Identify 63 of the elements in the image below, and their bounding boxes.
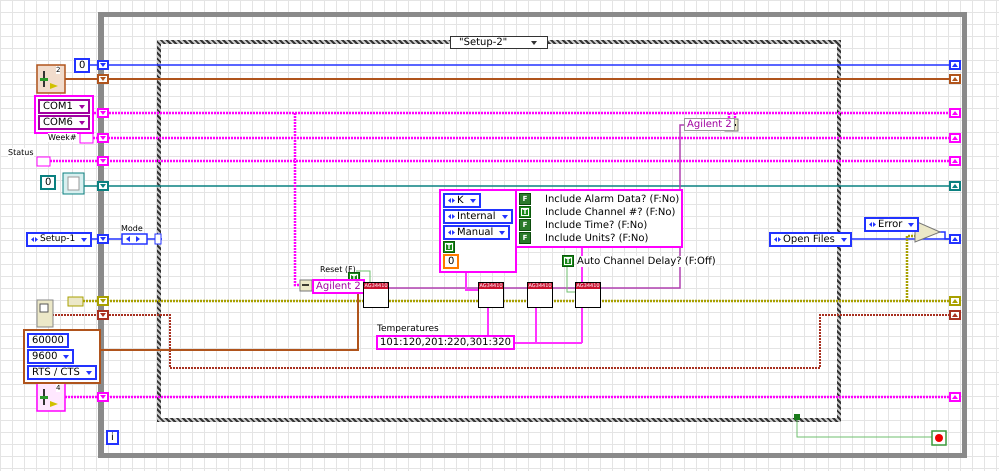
- case-selector[interactable]: "Setup-2": [450, 36, 548, 49]
- shift-register-icon: [949, 234, 961, 244]
- com-port-ring[interactable]: COM6: [38, 115, 90, 130]
- state-enum[interactable]: Open Files: [769, 232, 852, 247]
- slider-icon: [36, 64, 66, 94]
- shift-register-icon: [949, 133, 961, 143]
- state-enum[interactable]: Error: [864, 217, 920, 232]
- shift-register-icon: [949, 108, 961, 118]
- option-label: Include Channel #? (F:No): [545, 206, 676, 218]
- shift-register-icon: [949, 181, 961, 191]
- iteration-terminal: i: [106, 430, 119, 445]
- tunnel-icon: [154, 234, 162, 244]
- increment-arrows-icon: [448, 214, 455, 219]
- instrument-name-constant: Agilent 2: [312, 279, 365, 294]
- option-label: Auto Channel Delay? (F:Off): [577, 256, 716, 266]
- increment-arrows-icon: [774, 237, 781, 242]
- slider-icon: [36, 382, 66, 412]
- shift-register-icon: [97, 234, 109, 244]
- instrument-name-constant: Agilent 2: [684, 118, 735, 131]
- option-label: Include Units? (F:No): [545, 232, 648, 244]
- state-enum[interactable]: Setup-1: [26, 232, 92, 247]
- file-icon: [62, 172, 84, 194]
- timeout-constant: 60000: [27, 333, 69, 348]
- error-terminal-icon: [68, 296, 84, 306]
- shift-register-icon: [97, 392, 109, 402]
- shift-register-icon: [97, 133, 109, 143]
- indicator-icon: [36, 156, 50, 166]
- shift-register-icon: [949, 156, 961, 166]
- terminal-label: Status: [8, 148, 34, 157]
- shift-register-icon: [97, 181, 109, 191]
- numeric-constant: 0: [74, 58, 90, 73]
- baud-rate-ring[interactable]: 9600: [27, 349, 74, 364]
- shift-register-icon: [949, 296, 961, 306]
- channels-constant: 101:120,201:220,301:320: [376, 335, 515, 350]
- increment-arrows-icon: [448, 198, 455, 203]
- shift-register-icon: [949, 74, 961, 84]
- com-port-ring[interactable]: COM1: [38, 99, 90, 114]
- flow-control-ring[interactable]: RTS / CTS: [27, 365, 97, 380]
- option-label: Include Time? (F:No): [545, 220, 648, 230]
- shift-register-icon: [949, 392, 961, 402]
- shift-register-icon: [97, 108, 109, 118]
- type-ring[interactable]: K: [443, 193, 481, 208]
- shift-register-icon: [97, 60, 109, 70]
- increment-arrows-icon: [31, 237, 38, 242]
- shift-register-icon: [97, 310, 109, 320]
- shift-register-icon: [97, 74, 109, 84]
- shift-register-icon: [97, 296, 109, 306]
- condition-terminal-icon: [794, 414, 800, 420]
- terminal-label: Mode: [121, 224, 143, 233]
- mode-control-icon: [121, 233, 148, 245]
- junction-ring[interactable]: Internal: [443, 209, 513, 224]
- terminal-label: Reset (F): [320, 265, 356, 274]
- shift-register-icon: [949, 60, 961, 70]
- increment-arrows-icon: [448, 230, 455, 235]
- range-ring[interactable]: Manual: [443, 225, 510, 240]
- increment-arrows-icon: [869, 222, 876, 227]
- shift-register-icon: [949, 310, 961, 320]
- numeric-constant: 0: [443, 254, 460, 269]
- terminal-label: Temperatures: [377, 324, 439, 334]
- numeric-constant: 0: [40, 175, 56, 190]
- terminal-label: Week#: [48, 133, 77, 142]
- option-label: Include Alarm Data? (F:No): [545, 194, 680, 204]
- shift-register-icon: [97, 156, 109, 166]
